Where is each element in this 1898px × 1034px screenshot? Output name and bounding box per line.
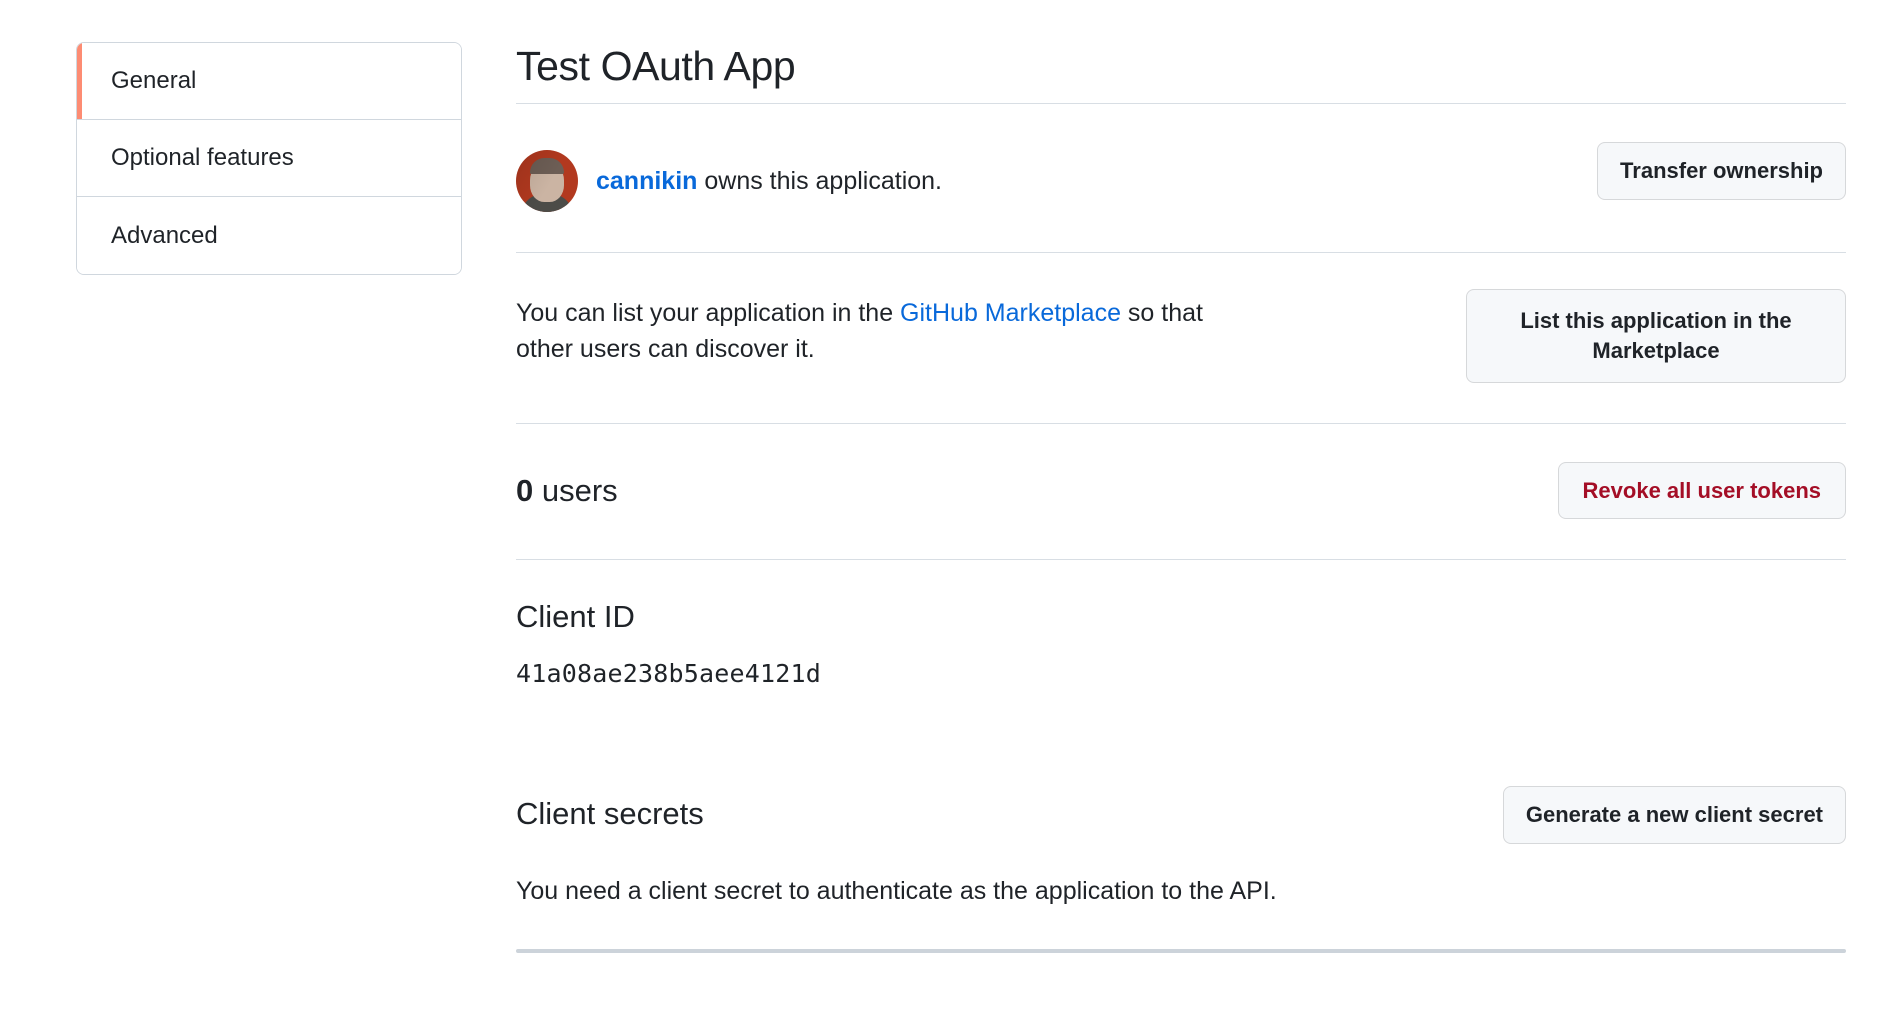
users-section: 0 users Revoke all user tokens (516, 432, 1846, 552)
client-secrets-heading: Client secrets (516, 796, 704, 832)
divider-under-title (516, 103, 1846, 105)
bottom-divider-wrap (516, 909, 1846, 953)
avatar (516, 150, 578, 213)
main-content: Test OAuth App cannikin owns this applic… (516, 42, 1846, 961)
divider-under-marketplace (516, 422, 1846, 424)
page-title: Test OAuth App (516, 43, 796, 89)
marketplace-description: You can list your application in the Git… (516, 289, 1206, 368)
owner-username-link[interactable]: cannikin (596, 167, 697, 195)
owner-statement-suffix: owns this application. (697, 166, 943, 195)
transfer-ownership-button[interactable]: Transfer ownership (1597, 142, 1846, 200)
avatar-shading (516, 150, 578, 213)
users-count-text: 0 users (516, 472, 618, 509)
github-marketplace-link[interactable]: GitHub Marketplace (900, 299, 1121, 327)
sidebar-item-optional-features-label: Optional features (111, 144, 294, 171)
client-secrets-section: Client secrets Generate a new client sec… (516, 688, 1846, 844)
client-id-section: Client ID 41a08ae238b5aee4121d (516, 568, 1846, 688)
client-id-heading: Client ID (516, 599, 635, 635)
owner-info: cannikin owns this application. (516, 142, 942, 213)
sidebar-item-advanced-label: Advanced (111, 221, 218, 249)
divider-under-users (516, 559, 1846, 561)
sidebar-item-advanced[interactable]: Advanced (77, 197, 461, 274)
owner-section: cannikin owns this application. Transfer… (516, 112, 1846, 244)
divider-bottom (516, 948, 1846, 953)
app-settings-page: General Optional features Advanced Test … (0, 0, 1898, 1034)
users-count-label: users (533, 472, 618, 508)
divider-under-owner (516, 252, 1846, 254)
marketplace-text-before: You can list your application in the (516, 299, 901, 328)
list-in-marketplace-button[interactable]: List this application in the Marketplace (1466, 289, 1846, 383)
sidebar-item-optional-features[interactable]: Optional features (77, 120, 461, 197)
settings-sidebar: General Optional features Advanced (76, 42, 462, 275)
revoke-all-user-tokens-button[interactable]: Revoke all user tokens (1557, 461, 1846, 520)
sidebar-item-general[interactable]: General (77, 43, 461, 120)
generate-new-client-secret-button[interactable]: Generate a new client secret (1502, 786, 1846, 844)
client-secrets-description: You need a client secret to authenticate… (516, 876, 1277, 905)
sidebar-item-general-label: General (111, 67, 197, 94)
marketplace-section: You can list your application in the Git… (516, 261, 1846, 414)
owner-statement: cannikin owns this application. (596, 165, 942, 198)
users-count-number: 0 (516, 472, 534, 508)
client-id-value: 41a08ae238b5aee4121d (516, 659, 822, 688)
